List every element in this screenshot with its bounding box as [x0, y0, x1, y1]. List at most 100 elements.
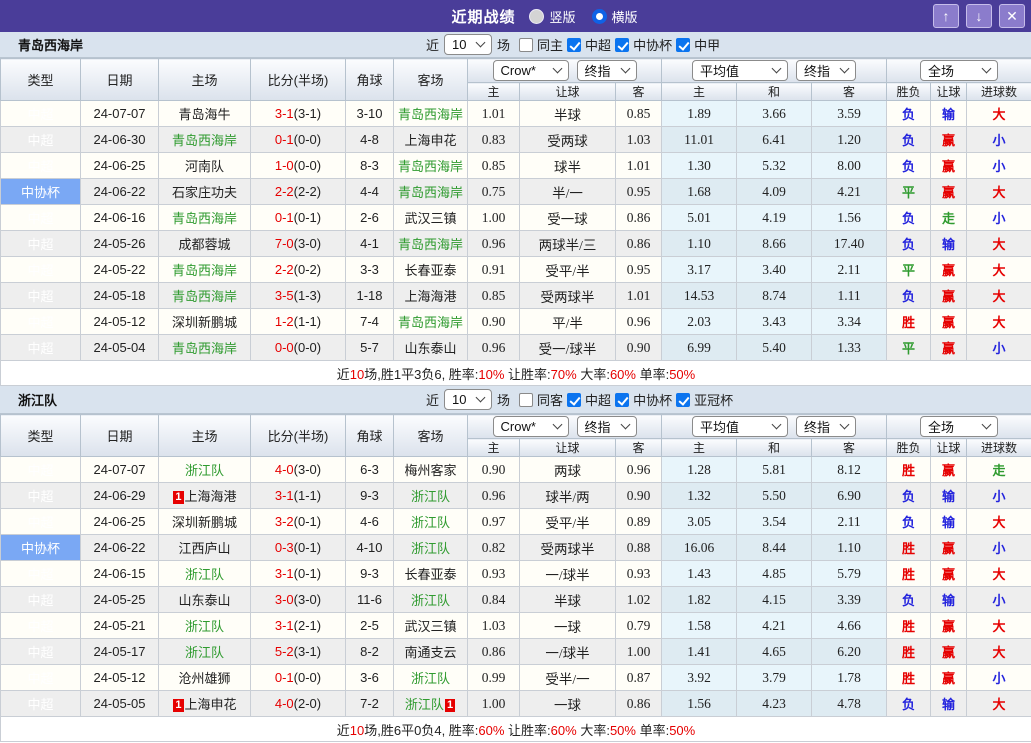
score-cell[interactable]: 0-1(0-0): [250, 126, 346, 153]
checkbox-中超[interactable]: 中超: [567, 390, 611, 409]
team-name[interactable]: 上海海港: [185, 489, 237, 504]
home-odds-cell: 0.90: [467, 456, 520, 483]
move-up-button[interactable]: ↑: [933, 4, 959, 28]
team-name[interactable]: 青岛西海岸: [398, 315, 463, 330]
score-cell[interactable]: 4-0(2-0): [250, 690, 346, 717]
odds-stage-select[interactable]: 终指: [576, 416, 637, 437]
match-count-select[interactable]: 10: [444, 34, 493, 55]
team-name[interactable]: 河南队: [185, 159, 224, 174]
score-cell[interactable]: 0-1(0-1): [250, 204, 346, 231]
layout-radio-竖版[interactable]: 竖版: [529, 7, 576, 26]
period-select[interactable]: 全场: [920, 60, 999, 81]
team-name[interactable]: 浙江队: [185, 645, 224, 660]
team-name[interactable]: 武汉三镇: [404, 211, 456, 226]
average-select[interactable]: 平均值: [692, 60, 789, 81]
match-count-select[interactable]: 10: [444, 389, 493, 410]
checkbox-中甲[interactable]: 中甲: [676, 35, 720, 54]
avg-away-cell: 2.11: [811, 508, 888, 535]
average-stage-select[interactable]: 终指: [796, 416, 857, 437]
team-name[interactable]: 南通支云: [404, 645, 456, 660]
team-name[interactable]: 青岛西海岸: [398, 237, 463, 252]
score-cell[interactable]: 5-2(3-1): [250, 638, 346, 665]
score-cell[interactable]: 3-1(1-1): [250, 482, 346, 509]
team-name[interactable]: 梅州客家: [404, 463, 456, 478]
radio-circle[interactable]: [529, 8, 545, 24]
team-name[interactable]: 浙江队: [411, 671, 450, 686]
move-down-button[interactable]: ↓: [966, 4, 992, 28]
team-name[interactable]: 沧州雄狮: [178, 671, 230, 686]
team-name[interactable]: 浙江队: [411, 515, 450, 530]
score-cell[interactable]: 3-1(3-1): [250, 100, 346, 127]
score-cell[interactable]: 3-5(1-3): [250, 282, 346, 309]
team-name[interactable]: 石家庄功夫: [172, 185, 237, 200]
checkbox-box[interactable]: [676, 392, 691, 407]
score-cell[interactable]: 3-1(2-1): [250, 612, 346, 639]
team-name[interactable]: 青岛海牛: [178, 107, 230, 122]
checkbox-box[interactable]: [615, 392, 630, 407]
radio-circle[interactable]: [591, 8, 607, 24]
checkbox-box[interactable]: [519, 37, 534, 52]
team-name[interactable]: 山东泰山: [178, 593, 230, 608]
score-cell[interactable]: 1-0(0-0): [250, 152, 346, 179]
score-cell[interactable]: 3-0(3-0): [250, 586, 346, 613]
avg-home-cell: 5.01: [661, 204, 738, 231]
team-name[interactable]: 浙江队: [185, 619, 224, 634]
score-cell[interactable]: 3-1(0-1): [250, 560, 346, 587]
bookmaker-select[interactable]: Crow*: [492, 60, 569, 81]
checkbox-中协杯[interactable]: 中协杯: [615, 35, 672, 54]
team-name[interactable]: 青岛西海岸: [172, 133, 237, 148]
team-name[interactable]: 青岛西海岸: [172, 263, 237, 278]
team-name[interactable]: 上海海港: [404, 289, 456, 304]
team-name[interactable]: 浙江队: [411, 541, 450, 556]
score-cell[interactable]: 0-3(0-1): [250, 534, 346, 561]
team-name[interactable]: 长春亚泰: [404, 263, 456, 278]
score-cell[interactable]: 1-2(1-1): [250, 308, 346, 335]
average-stage-select[interactable]: 终指: [796, 60, 857, 81]
score-cell[interactable]: 3-2(0-1): [250, 508, 346, 535]
team-name[interactable]: 武汉三镇: [404, 619, 456, 634]
checkbox-中协杯[interactable]: 中协杯: [615, 390, 672, 409]
fulltime-score: 3-5: [274, 288, 294, 303]
score-cell[interactable]: 2-2(2-2): [250, 178, 346, 205]
team-name[interactable]: 江西庐山: [178, 541, 230, 556]
filter-controls: 近 10 场 同主 中超 中协杯 中甲: [426, 34, 722, 55]
team-name[interactable]: 青岛西海岸: [172, 211, 237, 226]
checkbox-中超[interactable]: 中超: [567, 35, 611, 54]
close-button[interactable]: ✕: [999, 4, 1025, 28]
team-name[interactable]: 浙江队: [411, 593, 450, 608]
team-name[interactable]: 浙江队: [411, 489, 450, 504]
team-name[interactable]: 浙江队: [185, 463, 224, 478]
checkbox-同客[interactable]: 同客: [519, 390, 563, 409]
checkbox-box[interactable]: [567, 37, 582, 52]
checkbox-box[interactable]: [676, 37, 691, 52]
average-select[interactable]: 平均值: [692, 416, 789, 437]
team-name[interactable]: 青岛西海岸: [398, 107, 463, 122]
team-name[interactable]: 青岛西海岸: [398, 185, 463, 200]
checkbox-同主[interactable]: 同主: [519, 35, 563, 54]
layout-radio-横版[interactable]: 横版: [591, 7, 638, 26]
team-name[interactable]: 山东泰山: [404, 341, 456, 356]
score-cell[interactable]: 4-0(3-0): [250, 456, 346, 483]
checkbox-box[interactable]: [519, 392, 534, 407]
bookmaker-select[interactable]: Crow*: [492, 416, 569, 437]
team-name[interactable]: 长春亚泰: [404, 567, 456, 582]
team-name[interactable]: 深圳新鹏城: [172, 515, 237, 530]
score-cell[interactable]: 0-0(0-0): [250, 334, 346, 361]
score-cell[interactable]: 7-0(3-0): [250, 230, 346, 257]
score-cell[interactable]: 2-2(0-2): [250, 256, 346, 283]
period-select[interactable]: 全场: [920, 416, 999, 437]
team-name[interactable]: 上海申花: [185, 697, 237, 712]
team-name[interactable]: 青岛西海岸: [398, 159, 463, 174]
odds-stage-select[interactable]: 终指: [576, 60, 637, 81]
team-name[interactable]: 上海申花: [404, 133, 456, 148]
team-name[interactable]: 浙江队: [405, 697, 444, 712]
team-name[interactable]: 青岛西海岸: [172, 289, 237, 304]
team-name[interactable]: 成都蓉城: [178, 237, 230, 252]
checkbox-box[interactable]: [567, 392, 582, 407]
checkbox-box[interactable]: [615, 37, 630, 52]
score-cell[interactable]: 0-1(0-0): [250, 664, 346, 691]
team-name[interactable]: 青岛西海岸: [172, 341, 237, 356]
team-name[interactable]: 深圳新鹏城: [172, 315, 237, 330]
checkbox-亚冠杯[interactable]: 亚冠杯: [676, 390, 733, 409]
team-name[interactable]: 浙江队: [185, 567, 224, 582]
